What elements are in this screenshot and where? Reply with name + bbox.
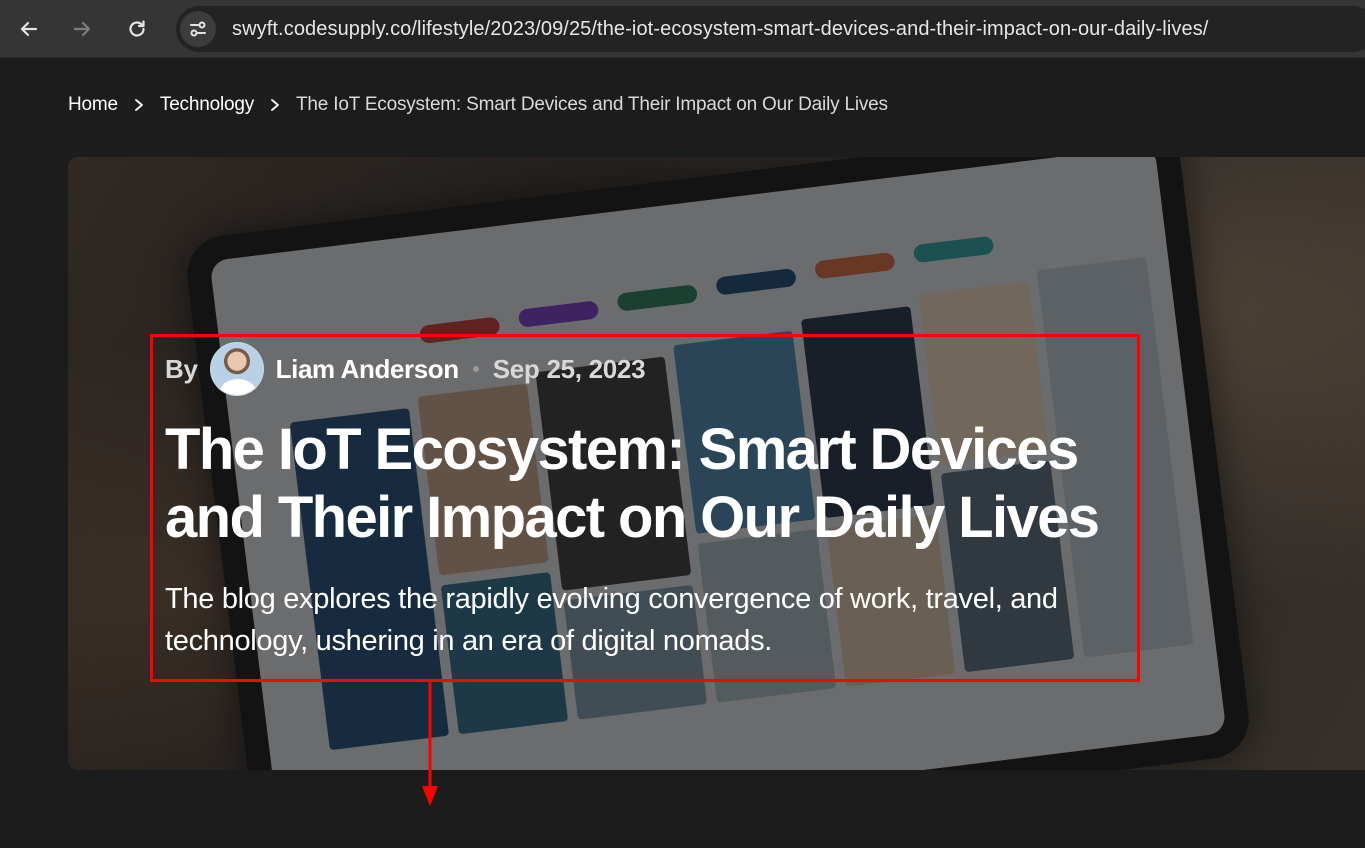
annotation-arrow-icon — [422, 680, 438, 806]
reload-icon — [129, 20, 145, 37]
address-bar[interactable]: swyft.codesupply.co/lifestyle/2023/09/25… — [176, 6, 1365, 52]
site-info-button[interactable] — [180, 11, 216, 47]
breadcrumb-home-link[interactable]: Home — [68, 94, 118, 116]
browser-toolbar: swyft.codesupply.co/lifestyle/2023/09/25… — [0, 0, 1365, 58]
breadcrumb-current-page: The IoT Ecosystem: Smart Devices and The… — [296, 94, 888, 115]
reload-button[interactable] — [120, 12, 154, 46]
forward-button[interactable] — [65, 12, 99, 46]
chevron-right-icon — [118, 98, 160, 112]
annotation-highlight-box — [150, 334, 1140, 682]
breadcrumb-technology-link[interactable]: Technology — [160, 94, 254, 116]
url-text[interactable]: swyft.codesupply.co/lifestyle/2023/09/25… — [232, 18, 1208, 41]
back-button[interactable] — [12, 12, 46, 46]
breadcrumb: Home Technology The IoT Ecosystem: Smart… — [68, 94, 888, 116]
arrow-left-icon — [20, 21, 38, 37]
tune-icon — [190, 21, 206, 37]
arrow-right-icon — [73, 21, 91, 37]
chevron-right-icon — [254, 98, 296, 112]
